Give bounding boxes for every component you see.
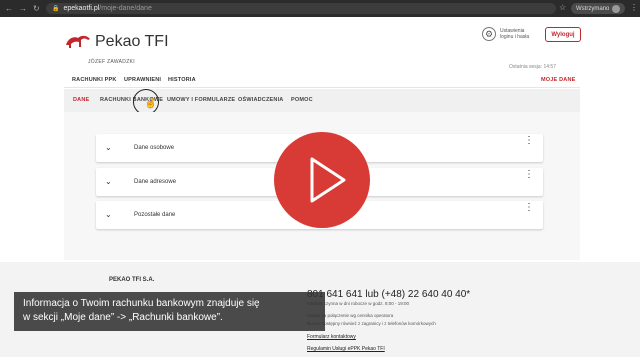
- nav-item-rachunki-ppk[interactable]: RACHUNKI PPK: [72, 77, 117, 83]
- tab-umowy-i-formularze[interactable]: UMOWY I FORMULARZE: [167, 97, 235, 103]
- caption-line-1: Informacja o Twoim rachunku bankowym zna…: [23, 298, 260, 309]
- footer-phone: 801 641 641 lub (+48) 22 640 40 40*: [307, 289, 471, 300]
- caption-line-2: w sekcji „Moje dane” -> „Rachunki bankow…: [23, 312, 223, 323]
- avatar: [612, 4, 621, 13]
- accordion-label: Pozostałe dane: [134, 212, 176, 218]
- gear-icon: ⚙: [482, 27, 496, 41]
- accordion-label: Dane osobowe: [134, 145, 175, 151]
- nav-item-moje-dane[interactable]: MOJE DANE: [541, 77, 576, 83]
- paused-label: Wstrzymano: [576, 5, 610, 12]
- video-play-button[interactable]: [274, 132, 370, 228]
- settings-text: Ustawienia loginu i hasła: [500, 28, 529, 40]
- chevron-down-icon[interactable]: ⌄: [105, 143, 113, 152]
- nav-item-historia[interactable]: HISTORIA: [168, 77, 196, 83]
- url-path: /moje-dane/dane: [99, 5, 152, 12]
- address-bar[interactable]: 🔒 epekaotfi.pl/moje-dane/dane: [46, 3, 556, 14]
- more-options-icon[interactable]: ⋮: [524, 203, 534, 213]
- footer-contact-link[interactable]: Formularz kontaktowy: [307, 334, 356, 340]
- footer-company: PEKAO TFI S.A.: [109, 277, 155, 283]
- tab-dane[interactable]: DANE: [73, 97, 89, 103]
- browser-toolbar: ← → ↻ 🔒 epekaotfi.pl/moje-dane/dane ☆ Ws…: [0, 0, 640, 17]
- settings-line2: loginu i hasła: [500, 34, 530, 40]
- chevron-down-icon[interactable]: ⌄: [105, 177, 113, 186]
- logout-button[interactable]: Wyloguj: [545, 27, 581, 42]
- reload-icon[interactable]: ↻: [33, 4, 40, 13]
- browser-menu-icon[interactable]: ⋮: [630, 3, 638, 12]
- footer-terms-link[interactable]: Regulamin Usługi ePPK Pekao TFI: [307, 346, 385, 352]
- video-caption: Informacja o Twoim rachunku bankowym zna…: [14, 292, 325, 331]
- tab-oswiadczenia[interactable]: OŚWIADCZENIA: [238, 97, 283, 103]
- main-nav: RACHUNKI PPK UPRAWNIENI HISTORIA MOJE DA…: [0, 75, 640, 89]
- play-icon: [310, 157, 346, 203]
- tab-pomoc[interactable]: POMOC: [291, 97, 313, 103]
- settings-link[interactable]: ⚙ Ustawienia loginu i hasła: [482, 27, 529, 41]
- hand-cursor-icon: ☝: [145, 98, 157, 108]
- pekao-logo[interactable]: Pekao TFI: [64, 33, 169, 51]
- profile-button[interactable]: Wstrzymano: [571, 3, 626, 14]
- forward-icon[interactable]: →: [19, 4, 27, 13]
- nav-divider: [64, 87, 580, 88]
- browser-nav: ← → ↻: [5, 4, 40, 13]
- brand-name: Pekao TFI: [95, 33, 169, 50]
- more-options-icon[interactable]: ⋮: [524, 170, 534, 180]
- footer-note-2: Numer dostępny również z zagranicy i z t…: [307, 321, 436, 326]
- back-icon[interactable]: ←: [5, 4, 13, 13]
- last-session-info: Ostatnia sesja: 14:57: [509, 64, 556, 70]
- username: JÓZEF ZAWADZKI: [88, 59, 135, 65]
- bookmark-star-icon[interactable]: ☆: [559, 3, 566, 12]
- url-host: epekaotfi.pl: [63, 5, 100, 12]
- chevron-down-icon[interactable]: ⌄: [105, 210, 113, 219]
- accordion-label: Dane adresowe: [134, 179, 177, 185]
- lock-icon: 🔒: [52, 6, 60, 12]
- nav-item-uprawnieni[interactable]: UPRAWNIENI: [124, 77, 161, 83]
- bison-logo-icon: [66, 35, 90, 48]
- more-options-icon[interactable]: ⋮: [524, 136, 534, 146]
